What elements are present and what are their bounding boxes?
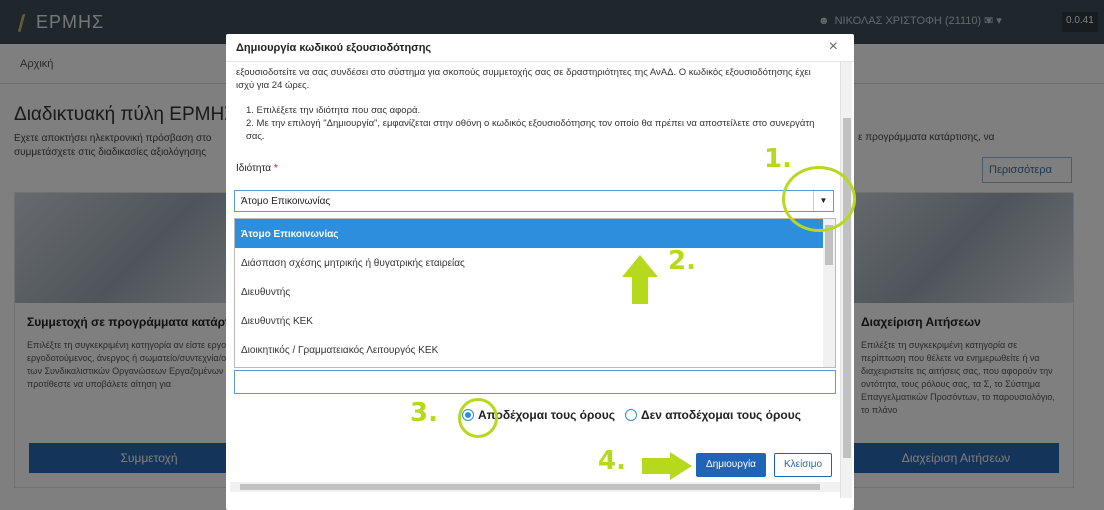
- annotation-arrow-right: [670, 452, 692, 480]
- annotation-arrow-up: [622, 255, 658, 277]
- terms-radio-group: Αποδέχομαι τους όρους Δεν αποδέχομαι του…: [462, 408, 801, 422]
- step-item: 2. Με την επιλογή "Δημιουργία", εμφανίζε…: [246, 118, 815, 142]
- role-dropdown-list[interactable]: Άτομο Επικοινωνίας Διάσπαση σχέσης μητρι…: [234, 218, 836, 368]
- annotation-step-1: 1.: [764, 144, 792, 174]
- dialog-horizontal-scrollbar[interactable]: [230, 482, 840, 492]
- scrollbar-thumb[interactable]: [240, 484, 820, 490]
- dropdown-option[interactable]: Διευθυντής: [235, 277, 835, 306]
- role-select-value: Άτομο Επικοινωνίας: [241, 196, 331, 207]
- dialog-title: Δημιουργία κωδικού εξουσιοδότησης: [236, 42, 432, 54]
- dropdown-scrollbar[interactable]: [823, 219, 835, 367]
- step-item: 1. Επιλέξετε την ιδιότητα που σας αφορά.: [246, 105, 421, 116]
- dropdown-option[interactable]: Διευθυντής ΚΕΚ: [235, 306, 835, 335]
- dialog-header: Δημιουργία κωδικού εξουσιοδότησης: [226, 34, 854, 62]
- annotation-circle-3: [458, 398, 498, 438]
- role-field-label: Ιδιότητα *: [236, 163, 278, 174]
- dialog-vertical-scrollbar[interactable]: [840, 62, 852, 498]
- annotation-arrow-right-stem: [642, 458, 672, 474]
- accept-terms-label[interactable]: Αποδέχομαι τους όρους: [478, 408, 615, 422]
- annotation-step-3: 3.: [410, 398, 438, 428]
- reject-terms-radio[interactable]: [624, 409, 637, 421]
- dropdown-option[interactable]: Διοικητικός / Γραμματειακός Λειτουργός Κ…: [235, 335, 835, 364]
- dropdown-option[interactable]: Άτομο Επικοινωνίας: [235, 219, 835, 248]
- close-icon[interactable]: ×: [829, 38, 838, 56]
- authorization-code-dialog: Δημιουργία κωδικού εξουσιοδότησης × εξου…: [226, 34, 854, 510]
- annotation-arrow-up-stem: [632, 276, 648, 304]
- reject-terms-label[interactable]: Δεν αποδέχομαι τους όρους: [641, 408, 801, 422]
- dropdown-option[interactable]: Διάσπαση σχέσης μητρικής ή θυγατρικής ετ…: [235, 248, 835, 277]
- annotation-circle-1: [782, 166, 856, 232]
- required-mark: *: [273, 163, 278, 174]
- instruction-steps: 1. Επιλέξετε την ιδιότητα που σας αφορά.…: [236, 104, 830, 143]
- annotation-step-4: 4.: [598, 446, 626, 476]
- dialog-intro-text: εξουσιοδοτείτε να σας συνδέσει στο σύστη…: [236, 67, 811, 91]
- code-output-field[interactable]: [234, 370, 836, 394]
- create-button[interactable]: Δημιουργία: [696, 453, 766, 477]
- role-select[interactable]: Άτομο Επικοινωνίας ▼: [234, 190, 834, 212]
- annotation-step-2: 2.: [668, 246, 696, 276]
- close-button[interactable]: Κλείσιμο: [774, 453, 832, 477]
- scrollbar-thumb[interactable]: [843, 118, 851, 458]
- page: ΕΡΜΗΣ ☻ ΝΙΚΟΛΑΣ ΧΡΙΣΤΟΦΗ (21110) ▾ ✉ ▾ 0…: [0, 0, 1104, 510]
